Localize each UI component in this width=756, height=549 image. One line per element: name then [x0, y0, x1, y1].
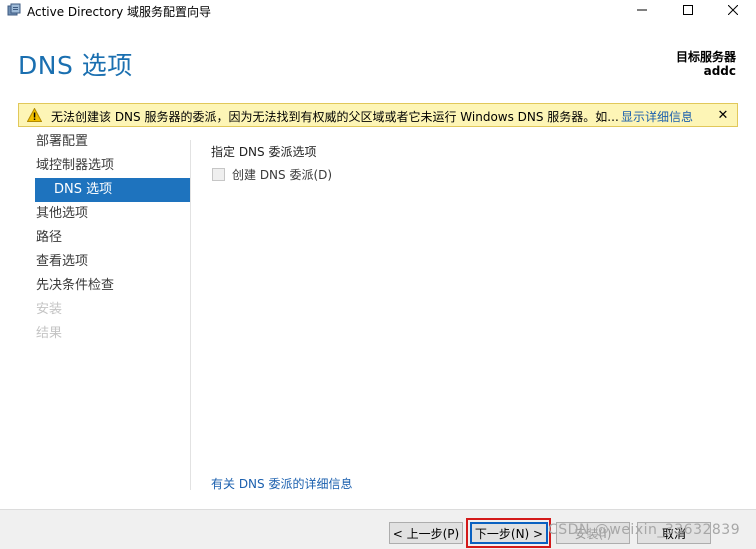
- warning-message: 无法创建该 DNS 服务器的委派，因为无法找到有权威的父区域或者它未运行 Win…: [51, 110, 619, 124]
- warning-icon: [26, 107, 43, 122]
- wizard-footer: < 上一步(P) 下一步(N) > 安装(I) 取消 CSDN @weixin_…: [0, 509, 756, 549]
- create-delegation-label: 创建 DNS 委派(D): [232, 167, 333, 182]
- target-server-label: 目标服务器: [675, 50, 736, 64]
- page-title: DNS 选项: [18, 51, 133, 80]
- window-title: Active Directory 域服务配置向导: [27, 5, 212, 19]
- close-icon: ✕: [717, 107, 729, 123]
- watermark: CSDN @weixin_33632839: [548, 522, 741, 538]
- maximize-button[interactable]: [665, 0, 711, 22]
- maximize-icon: [683, 4, 693, 18]
- show-details-link[interactable]: 显示详细信息: [621, 108, 693, 125]
- wizard-nav: 部署配置 域控制器选项 DNS 选项 其他选项 路径 查看选项 先决条件检查 安…: [18, 130, 190, 346]
- nav-item-additional-options[interactable]: 其他选项: [18, 202, 190, 226]
- nav-item-dns-options[interactable]: DNS 选项: [35, 178, 190, 202]
- nav-divider: [190, 140, 191, 490]
- server-manager-icon: [7, 3, 21, 17]
- title-bar: Active Directory 域服务配置向导: [0, 0, 756, 22]
- nav-item-review[interactable]: 查看选项: [18, 250, 190, 274]
- minimize-icon: [637, 4, 647, 18]
- minimize-button[interactable]: [619, 0, 665, 22]
- section-label: 指定 DNS 委派选项: [211, 145, 317, 159]
- close-icon: [727, 4, 739, 18]
- create-delegation-row: 创建 DNS 委派(D): [211, 166, 332, 182]
- dns-delegation-info-link[interactable]: 有关 DNS 委派的详细信息: [211, 475, 352, 492]
- wizard-header: DNS 选项 目标服务器 addc: [0, 22, 756, 100]
- nav-item-install: 安装: [36, 302, 63, 317]
- nav-item-dc-options[interactable]: 域控制器选项: [18, 154, 190, 178]
- nav-item-prereq[interactable]: 先决条件检查: [18, 274, 190, 298]
- dismiss-warning-button[interactable]: ✕: [714, 106, 732, 124]
- main-content: 指定 DNS 委派选项 创建 DNS 委派(D) 有关 DNS 委派的详细信息: [211, 140, 731, 500]
- nav-item-results: 结果: [36, 326, 63, 341]
- warning-banner: 无法创建该 DNS 服务器的委派，因为无法找到有权威的父区域或者它未运行 Win…: [18, 103, 738, 127]
- previous-button[interactable]: < 上一步(P): [389, 522, 463, 544]
- close-button[interactable]: [710, 0, 756, 22]
- nav-item-paths[interactable]: 路径: [18, 226, 190, 250]
- target-server-name: addc: [703, 64, 736, 78]
- create-delegation-checkbox[interactable]: [212, 167, 225, 181]
- nav-item-deployment[interactable]: 部署配置: [18, 130, 190, 154]
- next-button[interactable]: 下一步(N) >: [470, 522, 548, 544]
